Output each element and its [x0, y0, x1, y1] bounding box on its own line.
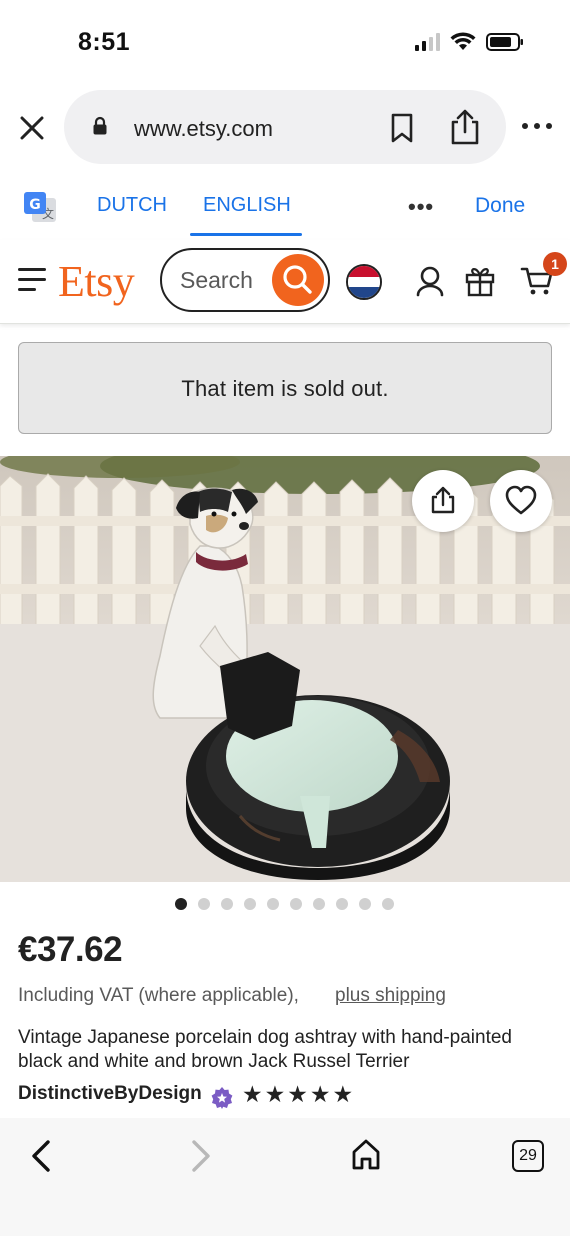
translate-bar: 文 G DUTCH ENGLISH ••• Done	[0, 178, 570, 238]
shop-name-link[interactable]: DistinctiveByDesign	[18, 1083, 202, 1105]
translate-more-button[interactable]: •••	[408, 194, 434, 220]
active-tab-indicator	[190, 233, 302, 236]
heart-icon	[505, 485, 537, 515]
search-placeholder: Search	[180, 267, 253, 293]
pagination-dot[interactable]	[336, 898, 348, 910]
pagination-dot-active[interactable]	[175, 898, 187, 910]
search-button[interactable]	[272, 254, 324, 306]
search-input[interactable]: Search	[160, 248, 330, 312]
pagination-dot[interactable]	[359, 898, 371, 910]
cellular-signal-icon	[415, 33, 440, 51]
status-time: 8:51	[78, 28, 131, 56]
product-image[interactable]	[0, 456, 570, 882]
vat-note: Including VAT (where applicable),	[18, 985, 299, 1006]
tab-switcher-button[interactable]: 29	[512, 1140, 544, 1172]
share-icon	[431, 486, 455, 514]
dog-ashtray-photo	[0, 456, 570, 882]
google-translate-icon[interactable]: 文 G	[22, 190, 58, 224]
lock-icon	[93, 116, 107, 135]
product-price: €37.62	[18, 930, 123, 969]
pagination-dot[interactable]	[267, 898, 279, 910]
shipping-link[interactable]: plus shipping	[335, 985, 446, 1007]
sold-out-message: That item is sold out.	[181, 376, 389, 401]
menu-icon[interactable]	[18, 268, 46, 292]
pagination-dot[interactable]	[198, 898, 210, 910]
home-icon[interactable]	[350, 1138, 382, 1172]
sold-out-alert: That item is sold out.	[18, 342, 552, 434]
status-bar: 8:51	[0, 0, 570, 88]
gift-icon[interactable]	[464, 264, 496, 298]
url-text: www.etsy.com	[134, 116, 273, 141]
share-icon[interactable]	[448, 108, 482, 146]
shop-rating-stars: ★★★★★	[242, 1081, 356, 1107]
etsy-logo[interactable]: Etsy	[58, 256, 135, 307]
image-share-button[interactable]	[412, 470, 474, 532]
cart-count-badge: 1	[543, 252, 567, 276]
pagination-dot[interactable]	[221, 898, 233, 910]
forward-arrow-icon[interactable]	[188, 1138, 214, 1174]
status-icons	[415, 32, 524, 52]
back-arrow-icon[interactable]	[28, 1138, 54, 1174]
tab-english[interactable]: ENGLISH	[203, 194, 291, 217]
browser-toolbar: 29	[0, 1118, 570, 1236]
close-icon[interactable]	[16, 112, 48, 144]
search-icon	[283, 265, 312, 294]
image-pagination[interactable]	[175, 898, 394, 910]
wifi-icon	[450, 32, 476, 50]
pagination-dot[interactable]	[382, 898, 394, 910]
battery-icon	[486, 33, 523, 51]
netherlands-flag-icon[interactable]	[346, 264, 382, 300]
favorite-button[interactable]	[490, 470, 552, 532]
svg-text:G: G	[29, 197, 41, 213]
pagination-dot[interactable]	[313, 898, 325, 910]
etsy-header: Etsy Search	[0, 240, 570, 324]
more-options-icon[interactable]	[520, 116, 554, 136]
browser-url-bar: www.etsy.com	[0, 88, 570, 166]
pagination-dot[interactable]	[290, 898, 302, 910]
product-title: Vintage Japanese porcelain dog ashtray w…	[18, 1027, 512, 1072]
address-field[interactable]: www.etsy.com	[64, 90, 506, 164]
user-icon[interactable]	[414, 264, 446, 298]
tab-dutch[interactable]: DUTCH	[97, 194, 167, 217]
bookmark-icon[interactable]	[388, 112, 416, 144]
done-button[interactable]: Done	[475, 194, 525, 218]
star-seller-icon	[211, 1087, 233, 1109]
pagination-dot[interactable]	[244, 898, 256, 910]
